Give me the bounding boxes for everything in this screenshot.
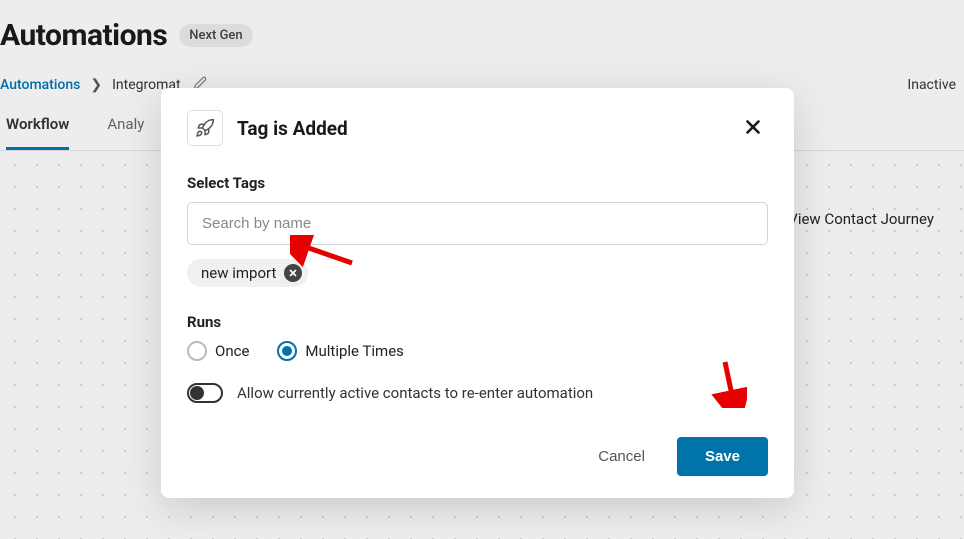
page-title: Automations [0, 18, 167, 53]
close-button[interactable] [738, 112, 768, 145]
radio-icon [187, 341, 207, 361]
tag-search-input[interactable] [187, 202, 768, 245]
runs-multiple-option[interactable]: Multiple Times [277, 341, 403, 361]
next-gen-badge: Next Gen [179, 24, 252, 47]
chevron-right-icon: ❯ [90, 77, 102, 93]
remove-tag-button[interactable] [284, 264, 302, 282]
tag-label: new import [201, 264, 276, 282]
save-button[interactable]: Save [677, 437, 768, 476]
radio-icon [277, 341, 297, 361]
rocket-icon [187, 110, 223, 146]
reenter-toggle-label: Allow currently active contacts to re-en… [237, 384, 593, 402]
runs-options: Once Multiple Times [187, 341, 768, 361]
cancel-button[interactable]: Cancel [590, 438, 653, 475]
tab-analytics[interactable]: Analy [107, 115, 144, 150]
page-header: Automations Next Gen [0, 0, 964, 67]
runs-label: Runs [187, 313, 768, 331]
tag-added-modal: Tag is Added Select Tags new import Runs… [161, 88, 794, 498]
selected-tag-chip: new import [187, 259, 308, 287]
reenter-toggle-row: Allow currently active contacts to re-en… [187, 383, 768, 403]
select-tags-label: Select Tags [187, 174, 768, 192]
breadcrumb-automations-link[interactable]: Automations [0, 77, 80, 93]
modal-footer: Cancel Save [187, 437, 768, 476]
reenter-toggle[interactable] [187, 383, 223, 403]
tab-workflow[interactable]: Workflow [6, 115, 69, 150]
view-contact-journey-link[interactable]: View Contact Journey [788, 210, 934, 228]
close-icon [288, 268, 298, 278]
modal-title: Tag is Added [237, 117, 724, 140]
close-icon [742, 116, 764, 138]
runs-multiple-label: Multiple Times [305, 342, 403, 360]
modal-header: Tag is Added [187, 110, 768, 146]
status-badge: Inactive [907, 77, 964, 93]
runs-once-label: Once [215, 342, 249, 360]
runs-once-option[interactable]: Once [187, 341, 249, 361]
